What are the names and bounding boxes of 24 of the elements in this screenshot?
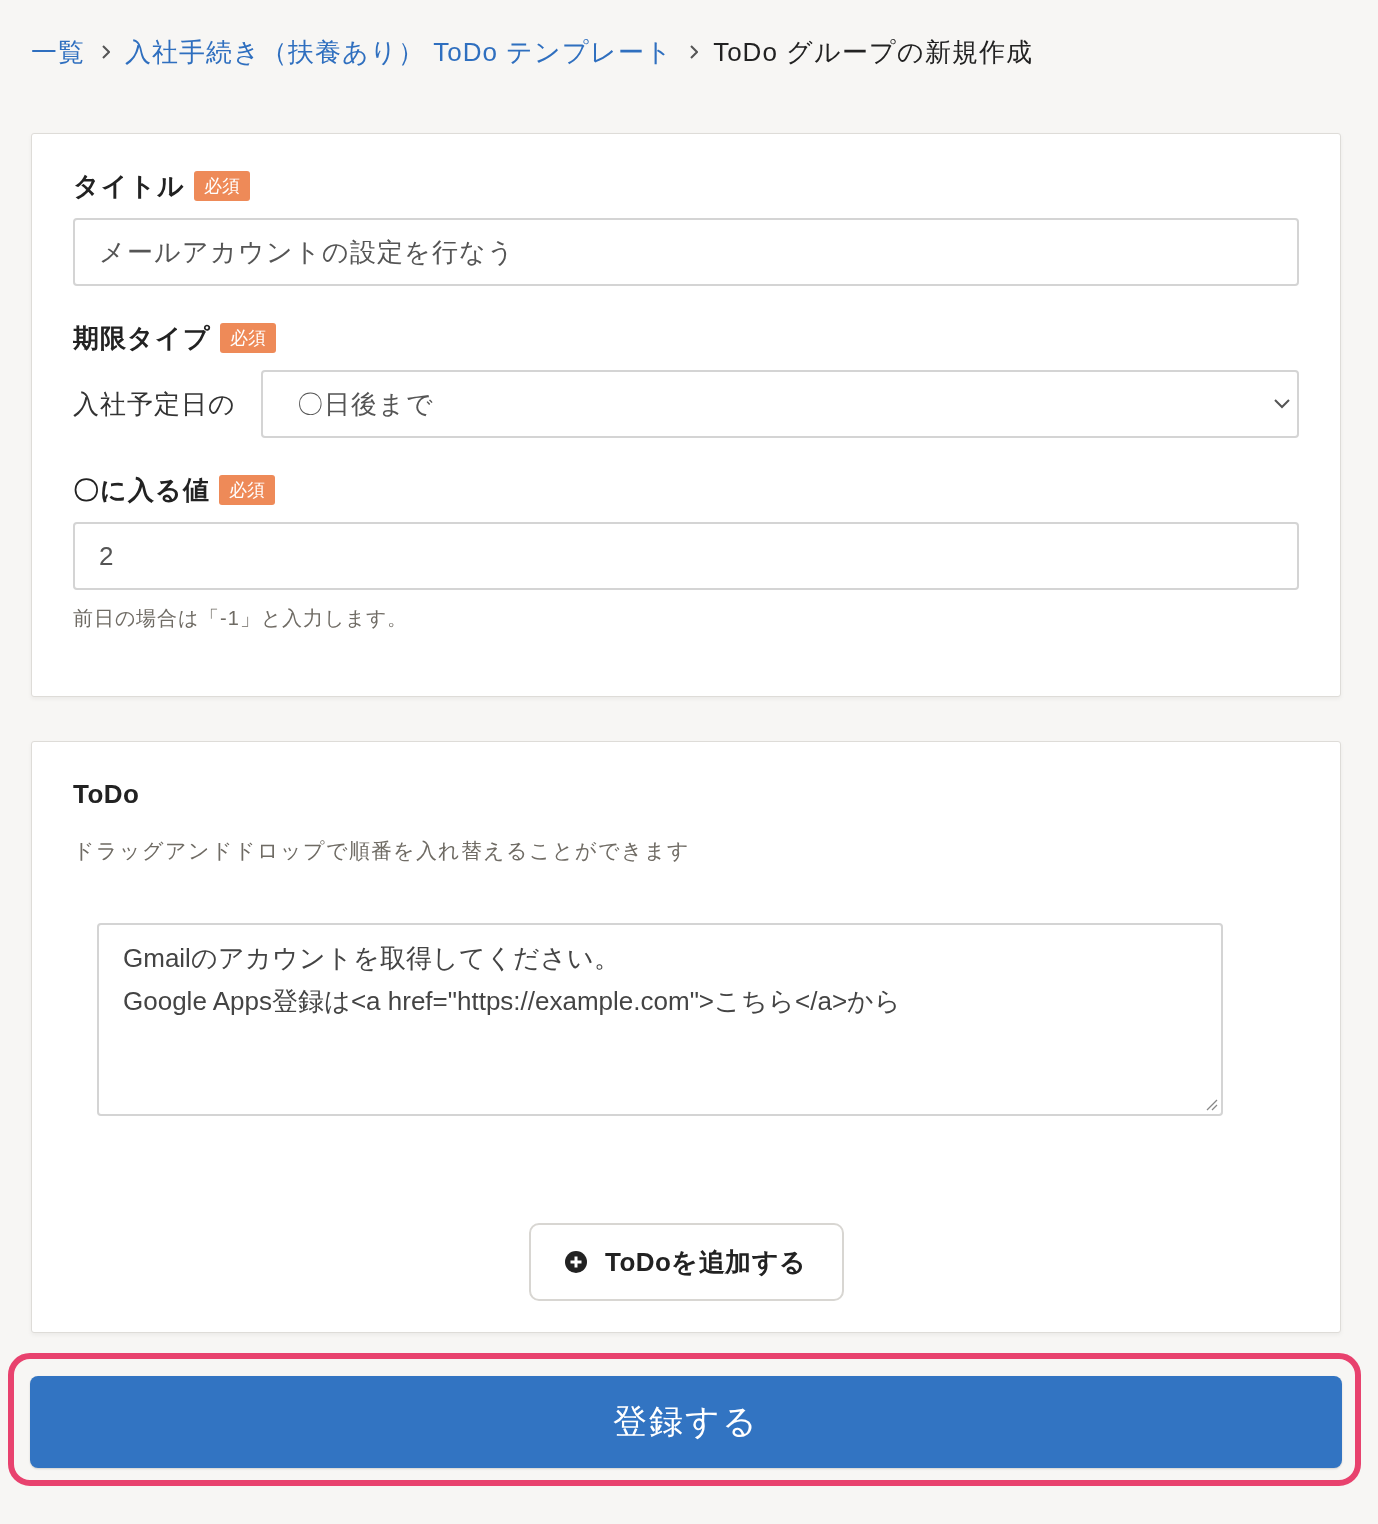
submit-button[interactable]: 登録する bbox=[30, 1376, 1342, 1468]
add-todo-button[interactable]: ToDoを追加する bbox=[528, 1223, 844, 1301]
chevron-right-icon bbox=[102, 45, 110, 59]
text-input-field[interactable]: 2 bbox=[73, 522, 1299, 590]
chevron-right-icon bbox=[690, 45, 699, 59]
select-field[interactable]: 〇日後まで bbox=[261, 370, 1299, 438]
field-label: 〇に入る値 bbox=[73, 473, 210, 507]
plus-circle-icon bbox=[565, 1251, 587, 1273]
required-badge: 必須 bbox=[194, 171, 250, 201]
breadcrumb-link[interactable]: 入社手続き（扶養あり） ToDo テンプレート bbox=[125, 34, 674, 70]
section-title: ToDo bbox=[73, 778, 141, 811]
help-text: 前日の場合は「-1」と入力します。 bbox=[73, 606, 409, 631]
todo-textarea[interactable]: Gmailのアカウントを取得してください。 Google Apps登録は<a href="https://example.com">こちら</a>から bbox=[97, 923, 1223, 1116]
breadcrumb-current: ToDo グループの新規作成 bbox=[713, 35, 1034, 69]
chevron-down-icon bbox=[1274, 399, 1290, 409]
section-description: ドラッグアンドドロップで順番を入れ替えることができます bbox=[73, 838, 691, 864]
resize-grip-icon[interactable] bbox=[1206, 1099, 1218, 1111]
breadcrumb-link[interactable]: 一覧 bbox=[31, 34, 85, 70]
field-label: タイトル bbox=[73, 169, 185, 203]
required-badge: 必須 bbox=[220, 323, 276, 353]
select-prefix-label: 入社予定日の bbox=[73, 387, 237, 421]
text-input-field[interactable]: メールアカウントの設定を行なう bbox=[73, 218, 1299, 286]
field-label: 期限タイプ bbox=[73, 321, 211, 355]
required-badge: 必須 bbox=[219, 475, 275, 505]
